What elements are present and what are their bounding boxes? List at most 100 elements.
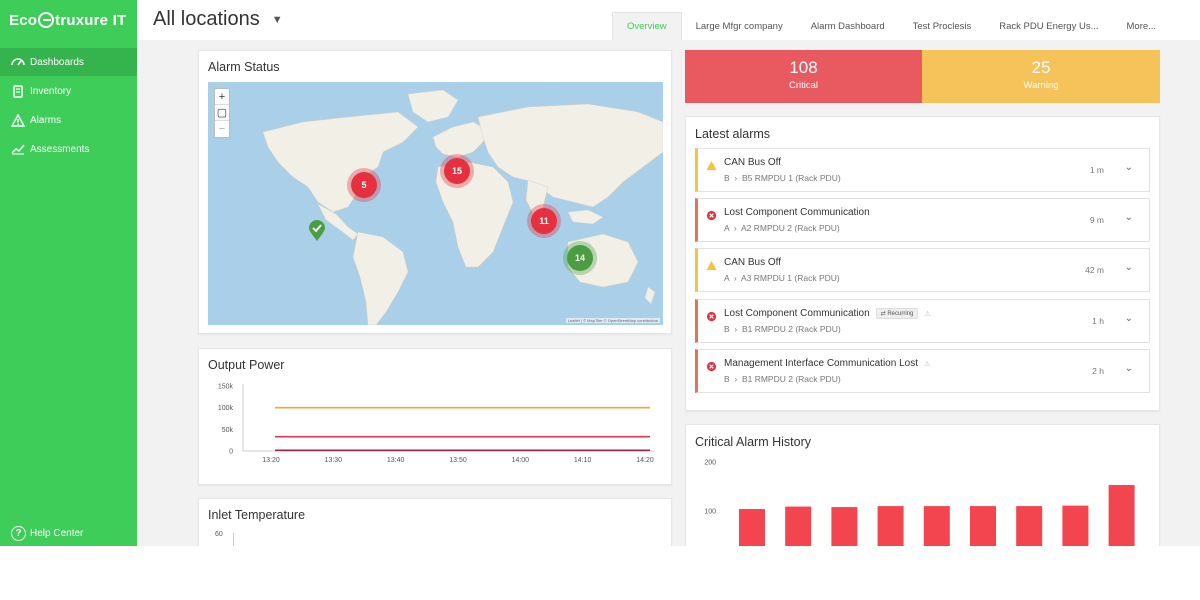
map-attribution: Leaflet | © MapTiler © OpenStreetMap con… xyxy=(565,318,660,323)
chevron-down-icon[interactable]: ⌄ xyxy=(1125,262,1133,273)
alarm-title: Lost Component Communication ⇄ Recurring… xyxy=(724,308,931,319)
sidebar-item-label: Assessments xyxy=(30,143,90,155)
alarm-status-card: Alarm Status + ▢ − 5 15 11 14 Leaflet | … xyxy=(198,50,672,334)
app-logo[interactable]: Eco truxure IT xyxy=(0,0,137,40)
alarm-path: A › A3 RMPDU 1 (Rack PDU) xyxy=(724,273,840,283)
top-header: All locations ▼ Overview Large Mfgr comp… xyxy=(137,0,1200,40)
bar xyxy=(923,506,950,546)
map-cluster-marker[interactable]: 15 xyxy=(444,158,470,184)
map-cluster-marker[interactable]: 14 xyxy=(567,245,593,271)
sidebar-item-label: Dashboards xyxy=(30,56,84,68)
alarm-device: B1 RMPDU 2 (Rack PDU) xyxy=(741,324,841,334)
question-icon: ? xyxy=(11,526,26,541)
help-center-label: Help Center xyxy=(30,528,84,539)
chevron-down-icon: ▼ xyxy=(271,13,283,26)
warning-triangle-icon xyxy=(706,260,717,271)
alarm-row[interactable]: Lost Component Communication A › A2 RMPD… xyxy=(695,198,1150,242)
location-selector[interactable]: All locations ▼ xyxy=(153,8,283,31)
app-window: Eco truxure IT Dashboards Inventory Alar… xyxy=(0,0,1200,546)
alarm-title-text: Management Interface Communication Lost xyxy=(724,358,918,369)
tab-alarm-dashboard[interactable]: Alarm Dashboard xyxy=(797,12,899,40)
critical-label: Critical xyxy=(788,80,819,91)
bar xyxy=(785,506,812,546)
dashboard-tabs: Overview Large Mfgr company Alarm Dashbo… xyxy=(612,12,1170,40)
logo-mark-icon xyxy=(38,12,55,28)
inventory-icon xyxy=(11,84,25,98)
critical-x-icon xyxy=(706,361,717,372)
card-title: Latest alarms xyxy=(695,127,771,141)
tab-large-mfgr-company[interactable]: Large Mfgr company xyxy=(682,12,797,40)
critical-x-icon xyxy=(706,311,717,322)
sidebar-item-inventory[interactable]: Inventory xyxy=(0,77,137,105)
bar xyxy=(831,507,858,546)
alarm-location: B xyxy=(724,324,730,334)
alarm-row[interactable]: CAN Bus Off A › A3 RMPDU 1 (Rack PDU) 42… xyxy=(695,248,1150,292)
zoom-in-button[interactable]: + xyxy=(215,89,229,105)
alarm-title-text: Lost Component Communication xyxy=(724,308,870,319)
sidebar-item-dashboards[interactable]: Dashboards xyxy=(0,48,137,76)
alarm-time: 42 m xyxy=(1085,265,1104,275)
bar xyxy=(1016,506,1043,546)
alarm-path: A › A2 RMPDU 2 (Rack PDU) xyxy=(724,223,840,233)
alarm-title: CAN Bus Off xyxy=(724,157,781,168)
map-pin-ok-icon[interactable] xyxy=(308,220,326,242)
x-tick-label: 13:50 xyxy=(449,457,467,464)
chevron-down-icon[interactable]: ⌄ xyxy=(1125,212,1133,223)
sidebar: Eco truxure IT Dashboards Inventory Alar… xyxy=(0,0,137,546)
alarm-time: 1 m xyxy=(1089,165,1104,175)
help-center-link[interactable]: ? Help Center xyxy=(11,526,83,541)
map-cluster-marker[interactable]: 11 xyxy=(531,208,557,234)
mute-bell-icon[interactable]: ⚠ xyxy=(924,310,930,318)
alarm-title-text: CAN Bus Off xyxy=(724,157,782,168)
alarm-location: A xyxy=(724,273,730,283)
y-tick-label: 100 xyxy=(704,509,716,516)
latest-alarms-card: Latest alarms CAN Bus Off B › B5 RMPDU 1… xyxy=(685,116,1160,411)
x-tick-label: 14:10 xyxy=(574,457,592,464)
chevron-down-icon[interactable]: ⌄ xyxy=(1125,162,1133,173)
tab-test-proclesis[interactable]: Test Proclesis xyxy=(899,12,986,40)
map-land xyxy=(262,89,663,325)
critical-x-icon xyxy=(706,210,717,221)
chevron-down-icon[interactable]: ⌄ xyxy=(1125,363,1133,374)
alarm-location: B xyxy=(724,173,730,183)
recurring-label: Recurring xyxy=(887,311,914,317)
assessment-icon xyxy=(11,142,25,156)
fullscreen-icon[interactable]: ▢ xyxy=(215,105,229,121)
output-power-chart: 150k 100k 50k 0 13:20 13:30 13:40 13:50 14:00 14:… xyxy=(218,384,655,464)
zoom-control: + ▢ − xyxy=(214,88,230,138)
x-tick-label: 13:20 xyxy=(262,457,280,464)
alarm-title: Lost Component Communication xyxy=(724,207,870,218)
alarm-device: B1 RMPDU 2 (Rack PDU) xyxy=(741,374,841,384)
alarm-title: Management Interface Communication Lost … xyxy=(724,358,930,369)
x-tick-label: 13:40 xyxy=(387,457,405,464)
warning-summary-tile[interactable]: 25 Warning xyxy=(922,50,1160,103)
location-title: All locations xyxy=(153,8,260,30)
zoom-out-button[interactable]: − xyxy=(215,121,229,137)
alarm-row[interactable]: CAN Bus Off B › B5 RMPDU 1 (Rack PDU) 1 … xyxy=(695,148,1150,192)
mute-bell-icon[interactable]: ⚠ xyxy=(924,360,930,368)
world-map[interactable]: + ▢ − 5 15 11 14 Leaflet | © MapTiler © … xyxy=(208,82,663,325)
inlet-temperature-card: Inlet Temperature 60 xyxy=(198,498,672,546)
tab-overview[interactable]: Overview xyxy=(612,12,682,40)
x-tick-label: 14:00 xyxy=(512,457,530,464)
y-axis-line xyxy=(233,533,234,546)
tab-rack-pdu-energy[interactable]: Rack PDU Energy Us... xyxy=(985,12,1112,40)
bar xyxy=(739,509,765,546)
card-title: Inlet Temperature xyxy=(208,508,306,522)
x-tick-label: 14:20 xyxy=(636,457,654,464)
warning-triangle-icon xyxy=(706,160,717,171)
sidebar-item-assessments[interactable]: Assessments xyxy=(0,135,137,163)
chevron-down-icon[interactable]: ⌄ xyxy=(1125,313,1133,324)
map-cluster-marker[interactable]: 5 xyxy=(351,172,377,198)
alarm-row[interactable]: Management Interface Communication Lost … xyxy=(695,349,1150,393)
tab-more[interactable]: More... xyxy=(1113,12,1171,40)
sidebar-item-alarms[interactable]: Alarms xyxy=(0,106,137,134)
y-tick-label: 150k xyxy=(218,384,234,391)
alarm-icon xyxy=(11,113,25,127)
bar xyxy=(877,506,904,546)
bar xyxy=(1062,505,1089,546)
alarm-location: B xyxy=(724,374,730,384)
critical-summary-tile[interactable]: 108 Critical xyxy=(685,50,922,103)
alarm-title-text: CAN Bus Off xyxy=(724,257,782,268)
alarm-row[interactable]: Lost Component Communication ⇄ Recurring… xyxy=(695,299,1150,343)
